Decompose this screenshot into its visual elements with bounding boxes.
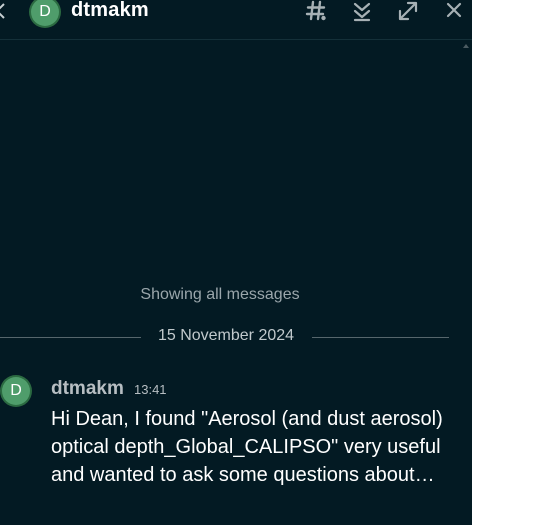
message-avatar-initial: D	[10, 382, 22, 399]
message-timestamp: 13:41	[134, 382, 167, 397]
chat-panel: D dtmakm Showing all messages 15 Novembe…	[0, 0, 472, 525]
chat-header: D dtmakm	[0, 0, 472, 40]
jump-to-latest-icon[interactable]	[351, 0, 373, 22]
close-icon[interactable]	[443, 0, 465, 22]
hashtag-icon[interactable]	[305, 0, 327, 22]
expand-icon[interactable]	[397, 0, 419, 22]
message-text: Hi Dean, I found "Aerosol (and dust aero…	[51, 408, 443, 486]
avatar-initial: D	[39, 3, 51, 20]
chat-title[interactable]: dtmakm	[71, 0, 149, 22]
history-status-text: Showing all messages	[140, 286, 300, 303]
avatar[interactable]: D	[31, 0, 59, 26]
message-author[interactable]: dtmakm	[51, 378, 124, 400]
scrollbar-up-arrow[interactable]	[463, 44, 469, 48]
date-divider-label: 15 November 2024	[157, 327, 295, 344]
date-divider-line-right	[312, 337, 449, 338]
back-chevron-icon[interactable]	[0, 2, 8, 20]
message-avatar[interactable]: D	[2, 377, 30, 405]
date-divider-line-left	[0, 337, 141, 338]
